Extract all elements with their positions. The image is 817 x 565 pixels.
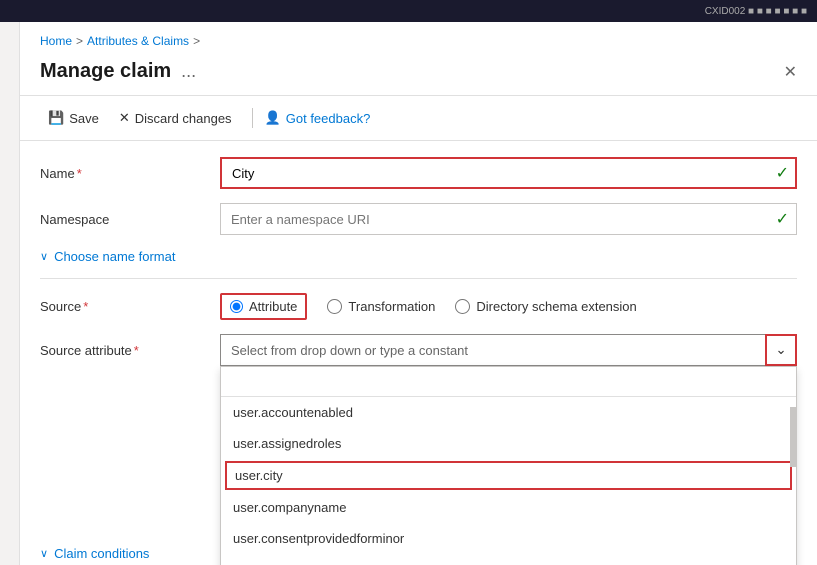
name-check-icon: ✓ xyxy=(776,163,789,183)
source-required: * xyxy=(83,299,88,314)
feedback-button[interactable]: 👤 Got feedback? xyxy=(265,110,371,126)
save-icon: 💾 xyxy=(48,110,64,126)
dropdown-scrollbar-thumb[interactable] xyxy=(790,407,796,467)
dropdown-search-input[interactable] xyxy=(221,367,796,397)
namespace-control: ✓ xyxy=(220,203,797,235)
source-transformation-radio-label: Transformation xyxy=(348,299,435,314)
source-options: Attribute Transformation Directory schem… xyxy=(220,293,637,320)
namespace-check-icon: ✓ xyxy=(776,209,789,229)
source-attribute-radio[interactable] xyxy=(230,300,243,313)
dropdown-item-accountenabled[interactable]: user.accountenabled xyxy=(221,397,796,428)
discard-button[interactable]: ✕ Discard changes xyxy=(111,106,240,130)
breadcrumb: Home > Attributes & Claims > xyxy=(20,22,817,56)
source-transformation-option[interactable]: Transformation xyxy=(327,299,435,314)
top-bar: CXID002 ■ ■ ■ ■ ■ ■ ■ xyxy=(0,0,817,22)
name-required: * xyxy=(77,166,82,181)
name-format-chevron-icon: ∨ xyxy=(40,250,48,263)
source-attribute-row: Source attribute* Select from drop down … xyxy=(40,334,797,366)
page-title-row: Manage claim ... xyxy=(40,60,196,83)
choose-name-format-row[interactable]: ∨ Choose name format xyxy=(40,249,797,264)
dropdown-item-country[interactable]: user.country xyxy=(221,554,796,565)
source-directory-option[interactable]: Directory schema extension xyxy=(455,299,636,314)
main-content: Home > Attributes & Claims > Manage clai… xyxy=(20,22,817,565)
name-row: Name* ✓ xyxy=(40,157,797,189)
namespace-input-wrapper: ✓ xyxy=(220,203,797,235)
name-input-wrapper: ✓ xyxy=(220,157,797,189)
toolbar-divider xyxy=(252,108,253,128)
breadcrumb-home[interactable]: Home xyxy=(40,34,72,48)
name-label: Name* xyxy=(40,166,220,181)
source-attribute-placeholder: Select from drop down or type a constant xyxy=(231,343,468,358)
name-control: ✓ xyxy=(220,157,797,189)
claim-conditions-chevron-icon: ∨ xyxy=(40,547,48,560)
namespace-input[interactable] xyxy=(220,203,797,235)
claim-conditions-label: Claim conditions xyxy=(54,546,149,561)
source-attribute-required: * xyxy=(134,343,139,358)
separator1 xyxy=(40,278,797,279)
dropdown-item-consentprovidedforminor[interactable]: user.consentprovidedforminor xyxy=(221,523,796,554)
breadcrumb-sep2: > xyxy=(193,34,200,48)
page-title: Manage claim xyxy=(40,60,171,83)
toolbar: 💾 Save ✕ Discard changes 👤 Got feedback? xyxy=(20,96,817,141)
breadcrumb-sep1: > xyxy=(76,34,83,48)
save-button[interactable]: 💾 Save xyxy=(40,106,107,130)
source-row: Source* Attribute Transformation Directo… xyxy=(40,293,797,320)
source-attribute-control: Select from drop down or type a constant… xyxy=(220,334,797,366)
discard-icon: ✕ xyxy=(119,110,130,126)
dropdown-item-city[interactable]: user.city xyxy=(225,461,792,490)
sidebar xyxy=(0,22,20,565)
feedback-label: Got feedback? xyxy=(286,111,371,126)
source-attribute-label: Source attribute* xyxy=(40,343,220,358)
source-attribute-option[interactable]: Attribute xyxy=(220,293,307,320)
source-directory-radio-label: Directory schema extension xyxy=(476,299,636,314)
source-label: Source* xyxy=(40,299,220,314)
source-directory-radio[interactable] xyxy=(455,299,470,314)
top-bar-text: CXID002 ■ ■ ■ ■ ■ ■ ■ xyxy=(705,6,807,17)
ellipsis-button[interactable]: ... xyxy=(181,61,196,82)
close-button[interactable]: ✕ xyxy=(784,62,797,82)
source-attribute-dropdown-wrapper: Select from drop down or type a constant… xyxy=(220,334,797,366)
breadcrumb-attributes[interactable]: Attributes & Claims xyxy=(87,34,189,48)
dropdown-list: user.accountenabled user.assignedroles u… xyxy=(221,397,796,565)
dropdown-item-assignedroles[interactable]: user.assignedroles xyxy=(221,428,796,459)
source-attribute-dropdown-panel: user.accountenabled user.assignedroles u… xyxy=(220,366,797,565)
discard-label: Discard changes xyxy=(135,111,232,126)
source-attribute-dropdown-display: Select from drop down or type a constant xyxy=(220,334,765,366)
source-attribute-radio-label: Attribute xyxy=(249,299,297,314)
source-attribute-dropdown-button[interactable]: ⌄ xyxy=(765,334,797,366)
namespace-row: Namespace ✓ xyxy=(40,203,797,235)
namespace-label: Namespace xyxy=(40,212,220,227)
form-area: Name* ✓ Namespace ✓ ∨ xyxy=(20,141,817,565)
page-header: Manage claim ... ✕ xyxy=(20,56,817,96)
name-input[interactable] xyxy=(220,157,797,189)
source-transformation-radio[interactable] xyxy=(327,299,342,314)
dropdown-item-companyname[interactable]: user.companyname xyxy=(221,492,796,523)
name-format-label: Choose name format xyxy=(54,249,175,264)
feedback-icon: 👤 xyxy=(265,110,281,126)
save-label: Save xyxy=(69,111,99,126)
